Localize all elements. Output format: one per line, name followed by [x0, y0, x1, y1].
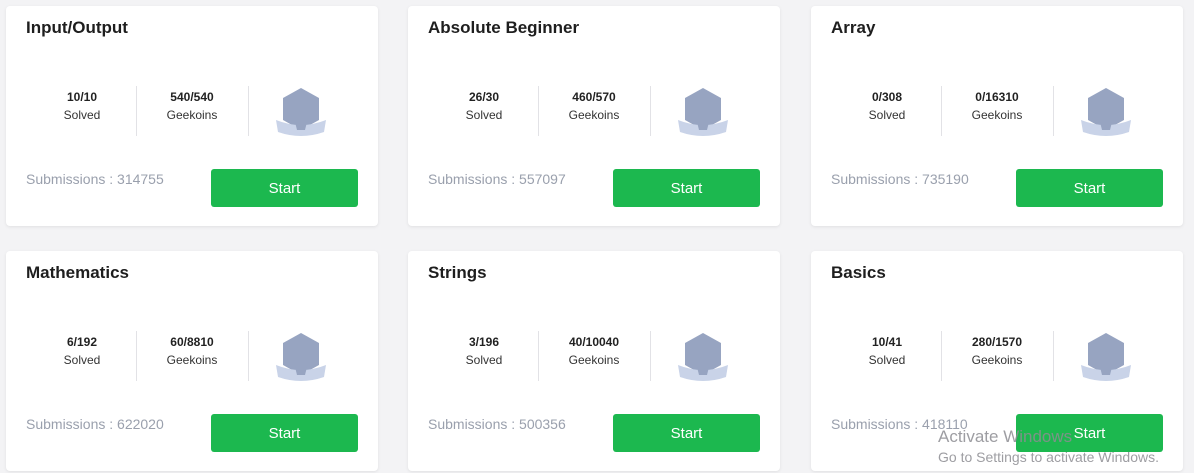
card-title: Absolute Beginner	[428, 18, 580, 37]
solved-label: Solved	[63, 108, 101, 122]
solved-label: Solved	[868, 108, 906, 122]
card-title: Mathematics	[26, 263, 129, 282]
track-card: Array 0/308 Solved 0/16310 Geekoins Subm…	[811, 6, 1183, 226]
solved-count: 0/308	[871, 90, 903, 104]
solved-count: 10/41	[871, 335, 903, 349]
stat-divider	[1053, 86, 1054, 136]
submissions-count: Submissions : 500356	[428, 416, 566, 432]
badge-icon	[678, 333, 728, 381]
stat-divider	[136, 331, 137, 381]
solved-count: 6/192	[66, 335, 98, 349]
stat-divider	[136, 86, 137, 136]
submissions-count: Submissions : 314755	[26, 171, 164, 187]
geekoins-stat: 460/570 Geekoins	[544, 88, 644, 124]
badge-icon	[276, 88, 326, 136]
geekoins-count: 40/10040	[568, 335, 620, 349]
card-title: Strings	[428, 263, 487, 282]
geekoins-count: 0/16310	[975, 90, 1019, 104]
submissions-count: Submissions : 622020	[26, 416, 164, 432]
start-button[interactable]: Start	[1016, 169, 1163, 207]
stat-divider	[248, 86, 249, 136]
solved-count: 10/10	[66, 90, 98, 104]
solved-label: Solved	[465, 108, 503, 122]
geekoins-label: Geekoins	[166, 108, 218, 122]
solved-label: Solved	[868, 353, 906, 367]
stat-divider	[941, 331, 942, 381]
badge-icon	[1081, 88, 1131, 136]
activate-windows-watermark: Activate Windows Go to Settings to activ…	[938, 426, 1159, 466]
track-card: Input/Output 10/10 Solved 540/540 Geekoi…	[6, 6, 378, 226]
solved-stat: 10/10 Solved	[32, 88, 132, 124]
solved-stat: 3/196 Solved	[434, 333, 534, 369]
geekoins-count: 60/8810	[170, 335, 214, 349]
stat-divider	[538, 331, 539, 381]
track-card-grid: Input/Output 10/10 Solved 540/540 Geekoi…	[0, 0, 1194, 473]
geekoins-label: Geekoins	[568, 353, 620, 367]
stat-divider	[538, 86, 539, 136]
solved-stat: 26/30 Solved	[434, 88, 534, 124]
geekoins-count: 280/1570	[971, 335, 1023, 349]
stat-divider	[650, 331, 651, 381]
geekoins-label: Geekoins	[971, 108, 1023, 122]
badge-icon	[276, 333, 326, 381]
geekoins-label: Geekoins	[166, 353, 218, 367]
geekoins-label: Geekoins	[568, 108, 620, 122]
stat-divider	[248, 331, 249, 381]
solved-label: Solved	[465, 353, 503, 367]
track-card: Strings 3/196 Solved 40/10040 Geekoins S…	[408, 251, 780, 471]
geekoins-stat: 540/540 Geekoins	[142, 88, 242, 124]
submissions-count: Submissions : 735190	[831, 171, 969, 187]
start-button[interactable]: Start	[613, 414, 760, 452]
card-title: Array	[831, 18, 876, 37]
solved-stat: 6/192 Solved	[32, 333, 132, 369]
solved-count: 3/196	[468, 335, 500, 349]
stat-divider	[650, 86, 651, 136]
geekoins-stat: 40/10040 Geekoins	[544, 333, 644, 369]
start-button[interactable]: Start	[211, 414, 358, 452]
badge-icon	[1081, 333, 1131, 381]
watermark-title: Activate Windows	[938, 427, 1073, 446]
geekoins-stat: 0/16310 Geekoins	[947, 88, 1047, 124]
solved-stat: 10/41 Solved	[837, 333, 937, 369]
stat-divider	[1053, 331, 1054, 381]
track-card: Mathematics 6/192 Solved 60/8810 Geekoin…	[6, 251, 378, 471]
watermark-subtitle: Go to Settings to activate Windows.	[938, 449, 1159, 465]
submissions-count: Submissions : 557097	[428, 171, 566, 187]
card-title: Input/Output	[26, 18, 128, 37]
start-button[interactable]: Start	[613, 169, 760, 207]
solved-stat: 0/308 Solved	[837, 88, 937, 124]
geekoins-stat: 60/8810 Geekoins	[142, 333, 242, 369]
solved-label: Solved	[63, 353, 101, 367]
track-card: Absolute Beginner 26/30 Solved 460/570 G…	[408, 6, 780, 226]
geekoins-label: Geekoins	[971, 353, 1023, 367]
geekoins-stat: 280/1570 Geekoins	[947, 333, 1047, 369]
geekoins-count: 540/540	[170, 90, 214, 104]
solved-count: 26/30	[468, 90, 500, 104]
start-button[interactable]: Start	[211, 169, 358, 207]
card-title: Basics	[831, 263, 886, 282]
badge-icon	[678, 88, 728, 136]
stat-divider	[941, 86, 942, 136]
geekoins-count: 460/570	[572, 90, 616, 104]
